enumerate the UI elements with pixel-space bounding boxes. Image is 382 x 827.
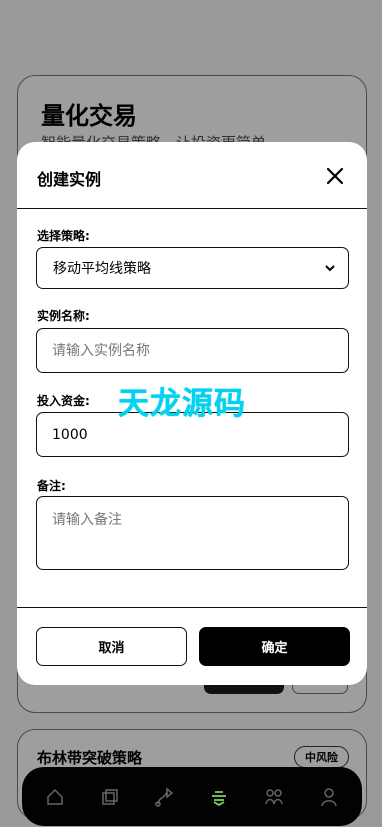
notes-label: 备注: <box>37 479 66 493</box>
copy-icon <box>102 788 118 805</box>
strategy-label: 选择策略: <box>37 229 90 243</box>
bottom-navigation <box>22 767 362 826</box>
strategy-selected-value: 移动平均线策略 <box>53 261 151 277</box>
strategy-select[interactable]: 移动平均线策略 <box>36 247 349 289</box>
cancel-button[interactable]: 取消 <box>36 627 187 666</box>
nav-profile[interactable] <box>312 780 346 814</box>
close-icon[interactable] <box>323 164 347 188</box>
dialog-footer-divider <box>17 607 367 608</box>
strategy-icon <box>212 790 227 806</box>
notes-textarea[interactable] <box>36 496 349 570</box>
capital-label: 投入资金: <box>37 394 90 408</box>
profile-icon <box>320 787 337 806</box>
nav-community[interactable] <box>257 780 291 814</box>
risk-badge: 中风险 <box>294 746 349 768</box>
nav-strategy[interactable] <box>202 780 236 814</box>
watermark-text: 天龙源码 <box>118 386 246 422</box>
dialog-title: 创建实例 <box>37 170 102 189</box>
community-icon <box>265 788 283 804</box>
strategy-card-title: 布林带突破策略 <box>37 749 143 767</box>
instance-name-input[interactable] <box>36 328 349 373</box>
home-icon <box>47 788 64 805</box>
nav-home[interactable] <box>38 780 72 814</box>
route-icon <box>154 786 173 807</box>
dialog-header: 创建实例 <box>17 142 367 209</box>
chevron-down-icon <box>325 265 335 272</box>
instance-name-label: 实例名称: <box>37 309 90 323</box>
nav-route[interactable] <box>148 780 182 814</box>
nav-copy[interactable] <box>93 780 127 814</box>
confirm-button[interactable]: 确定 <box>199 627 350 666</box>
page-title: 量化交易 <box>41 102 137 130</box>
